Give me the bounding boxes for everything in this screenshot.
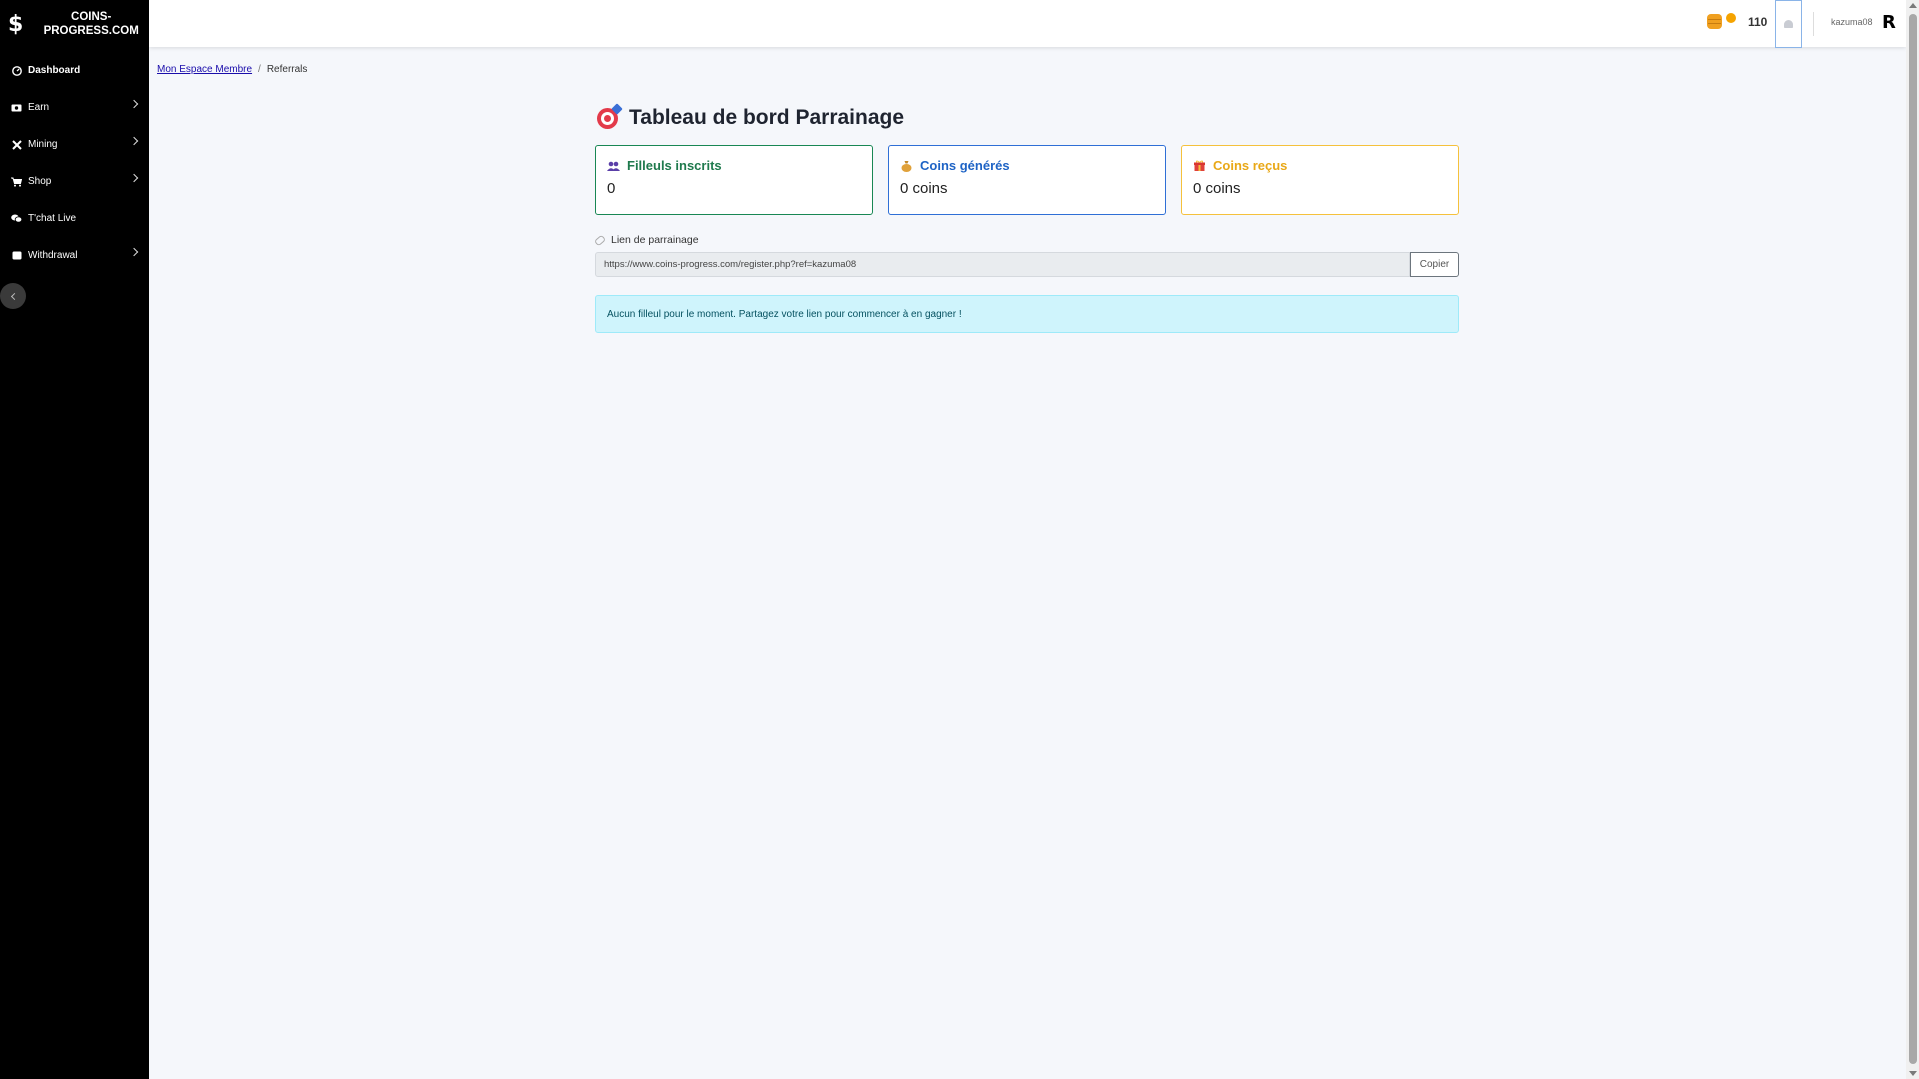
- chat-icon: [11, 214, 22, 224]
- chevron-right-icon: [129, 136, 139, 146]
- card-coins-generes: Coins générés 0 coins: [888, 145, 1166, 215]
- sidebar-item-tchat-live[interactable]: T'chat Live: [0, 200, 149, 237]
- page-scrollbar[interactable]: [1906, 0, 1919, 1079]
- sidebar-item-label: Shop: [28, 176, 52, 187]
- breadcrumb: Mon Espace Membre / Referrals: [157, 64, 307, 75]
- alert-text: Aucun filleul pour le moment. Partagez v…: [607, 308, 962, 320]
- info-alert: Aucun filleul pour le moment. Partagez v…: [595, 295, 1459, 333]
- card-value: 0 coins: [900, 180, 948, 197]
- chevron-right-icon: [129, 99, 139, 109]
- referral-link-input[interactable]: [595, 252, 1410, 277]
- sidebar-nav: Dashboard Earn Mining Shop T'chat Live W…: [0, 52, 149, 274]
- scroll-down-arrow-icon[interactable]: [1909, 1071, 1917, 1076]
- money-icon: [11, 103, 22, 113]
- sidebar-item-label: Mining: [28, 139, 58, 150]
- referral-label-text: Lien de parrainage: [611, 234, 699, 246]
- coin-icon: [1726, 12, 1736, 23]
- avatar[interactable]: R: [1882, 12, 1896, 33]
- chevron-right-icon: [129, 173, 139, 183]
- target-icon: [597, 102, 623, 129]
- coin-count: 110: [1748, 14, 1768, 29]
- dashboard-icon: [11, 65, 22, 76]
- card-header: Filleuls inscrits: [607, 158, 861, 173]
- page-title: Tableau de bord Parrainage: [595, 102, 1459, 134]
- notifications-button[interactable]: [1775, 0, 1802, 48]
- card-label: Coins générés: [920, 158, 1010, 173]
- sidebar-item-withdrawal[interactable]: Withdrawal: [0, 237, 149, 274]
- gift-icon: [1193, 160, 1206, 171]
- scrollbar-thumb[interactable]: [1909, 14, 1917, 1064]
- sidebar-item-dashboard[interactable]: Dashboard: [0, 52, 149, 89]
- cart-icon: [11, 177, 22, 187]
- referral-link-group: Copier: [595, 252, 1459, 277]
- coin-stack-icon: [1707, 14, 1722, 29]
- link-icon: [593, 234, 607, 246]
- brand[interactable]: $ COINS-PROGRESS.COM: [0, 0, 149, 48]
- sidebar-collapse-button[interactable]: [0, 283, 26, 309]
- scroll-up-arrow-icon[interactable]: [1909, 3, 1917, 8]
- sidebar-item-mining[interactable]: Mining: [0, 126, 149, 163]
- card-label: Filleuls inscrits: [627, 158, 722, 173]
- sidebar-item-label: T'chat Live: [28, 213, 77, 224]
- sidebar: $ COINS-PROGRESS.COM Dashboard Earn Mini…: [0, 0, 149, 1079]
- breadcrumb-current: Referrals: [266, 64, 308, 75]
- card-filleuls-inscrits: Filleuls inscrits 0: [595, 145, 873, 215]
- topbar: 110 kazuma08 R: [149, 0, 1906, 48]
- topbar-divider: [1813, 12, 1814, 36]
- breadcrumb-home-link[interactable]: Mon Espace Membre: [157, 64, 252, 75]
- chevron-right-icon: [129, 247, 139, 257]
- money-bag-icon: [900, 160, 913, 172]
- sidebar-item-shop[interactable]: Shop: [0, 163, 149, 200]
- sidebar-item-earn[interactable]: Earn: [0, 89, 149, 126]
- referral-link-label: Lien de parrainage: [593, 234, 1459, 246]
- card-coins-recus: Coins reçus 0 coins: [1181, 145, 1459, 215]
- copy-button[interactable]: Copier: [1410, 252, 1459, 277]
- card-label: Coins reçus: [1213, 158, 1288, 173]
- page-title-text: Tableau de bord Parrainage: [629, 106, 905, 129]
- bell-icon: [1784, 20, 1793, 28]
- card-value: 0: [607, 180, 616, 197]
- card-header: Coins reçus: [1193, 158, 1447, 173]
- sidebar-item-label: Earn: [28, 102, 50, 113]
- chevron-left-icon: [10, 292, 18, 300]
- card-value: 0 coins: [1193, 180, 1241, 197]
- sidebar-item-label: Dashboard: [28, 65, 81, 76]
- brand-name: COINS-PROGRESS.COM: [43, 11, 139, 37]
- sidebar-item-label: Withdrawal: [28, 250, 78, 261]
- main-content: Tableau de bord Parrainage Filleuls insc…: [593, 102, 1459, 333]
- username[interactable]: kazuma08: [1831, 17, 1873, 27]
- stats-cards: Filleuls inscrits 0 Coins générés 0 coin…: [595, 145, 1459, 215]
- coin-balance[interactable]: 110: [1707, 12, 1768, 29]
- wallet-icon: [11, 251, 22, 261]
- dollar-sign-icon: $: [8, 11, 24, 37]
- tools-icon: [11, 139, 22, 150]
- breadcrumb-separator: /: [258, 64, 261, 75]
- card-header: Coins générés: [900, 158, 1154, 173]
- users-icon: [607, 160, 620, 171]
